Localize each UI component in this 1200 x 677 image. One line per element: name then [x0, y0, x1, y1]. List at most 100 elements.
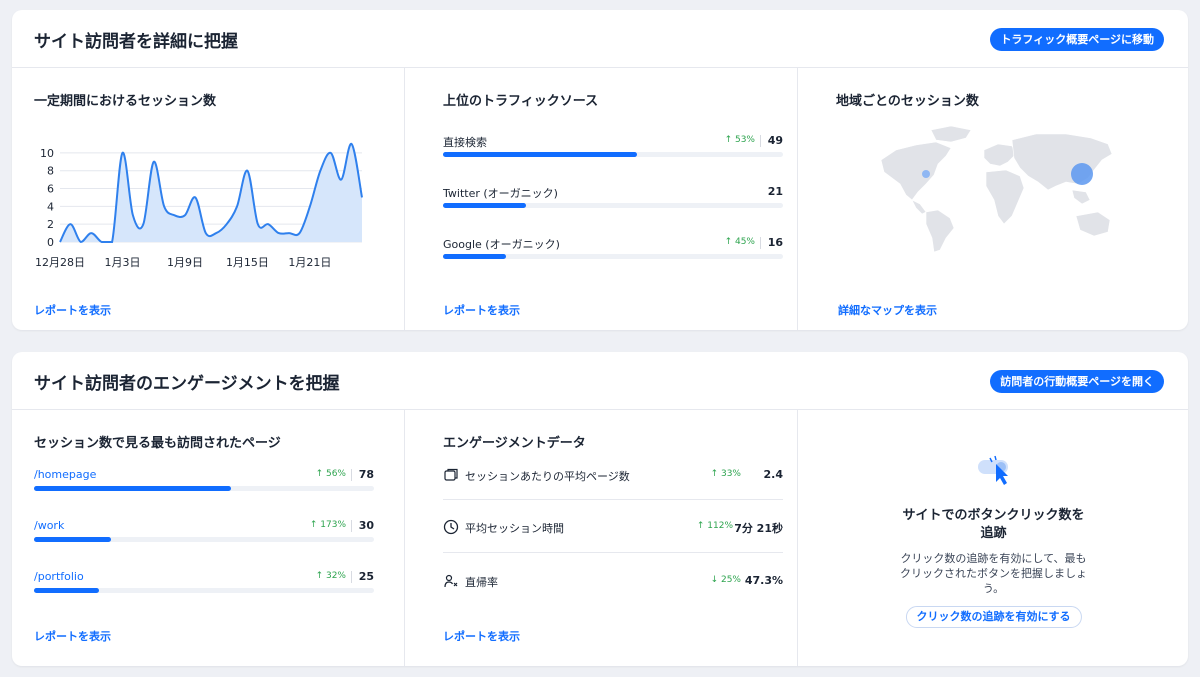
- data-point[interactable]: [348, 140, 356, 148]
- bar-row[interactable]: /portfolio ↑ 32% 25: [34, 570, 374, 606]
- arrow-up-icon: ↑: [724, 237, 735, 247]
- data-point[interactable]: [327, 149, 335, 157]
- data-point[interactable]: [316, 167, 324, 175]
- sessions-chart: 0 2 4 6 8 10 12月28日 1月3日 1月9日 1月15日 1月21日: [35, 140, 366, 269]
- visitors-detail-card: サイト訪問者を詳細に把握 トラフィック概要ページに移動 一定期間におけるセッショ…: [12, 10, 1188, 330]
- card-title: サイト訪問者のエンゲージメントを把握: [34, 374, 340, 394]
- data-point[interactable]: [358, 193, 366, 201]
- map-title: 地域ごとのセッション数: [836, 94, 979, 109]
- data-point[interactable]: [129, 211, 137, 219]
- region-bubble-usa[interactable]: [922, 170, 930, 178]
- separator: [351, 469, 352, 481]
- click-tracking-title-line2: 追跡: [980, 526, 1007, 541]
- progress-fill: [34, 537, 111, 542]
- data-point[interactable]: [108, 238, 116, 246]
- bar-row[interactable]: /work ↑ 173% 30: [34, 519, 374, 555]
- data-point[interactable]: [118, 149, 126, 157]
- engagement-report-link[interactable]: レポートを表示: [443, 628, 520, 644]
- sessions-area: [60, 143, 362, 242]
- card-header: サイト訪問者のエンゲージメントを把握 訪問者の行動概要ページを開く: [12, 352, 1188, 410]
- click-cursor-icon: [978, 455, 1008, 485]
- south-america-shape: [925, 209, 955, 253]
- bar-row[interactable]: Twitter (オーガニック) 21: [443, 185, 783, 221]
- enable-click-tracking-button[interactable]: クリック数の追跡を有効にする: [905, 606, 1082, 628]
- progress-track: [443, 152, 783, 157]
- data-point[interactable]: [150, 158, 158, 166]
- separator: [760, 237, 761, 249]
- region-bubble-asia[interactable]: [1071, 163, 1093, 185]
- data-point[interactable]: [233, 202, 241, 210]
- africa-shape: [985, 169, 1025, 225]
- sessions-by-region-panel: 地域ごとのセッション数 詳細なマップを表示: [797, 68, 1189, 330]
- row-label[interactable]: /work: [34, 519, 64, 532]
- progress-track: [34, 486, 374, 491]
- delta-badge: ↑ 32%: [316, 571, 346, 581]
- delta-badge: ↑ 173%: [310, 520, 346, 530]
- click-tracking-desc-line2: クリックされたボタンを把握しましょ: [900, 567, 1087, 580]
- sessions-report-link[interactable]: レポートを表示: [34, 302, 111, 318]
- progress-track: [34, 588, 374, 593]
- north-america-shape: [880, 141, 952, 201]
- data-point[interactable]: [56, 238, 64, 246]
- data-point[interactable]: [66, 220, 74, 228]
- click-tracking-desc-line3: う。: [982, 582, 1005, 595]
- data-point[interactable]: [202, 229, 210, 237]
- data-point[interactable]: [337, 176, 345, 184]
- data-point[interactable]: [275, 229, 283, 237]
- data-point[interactable]: [285, 229, 293, 237]
- arrow-down-icon: ↓: [710, 575, 721, 585]
- progress-track: [443, 254, 783, 259]
- data-point[interactable]: [77, 238, 85, 246]
- pages-report-link[interactable]: レポートを表示: [34, 628, 111, 644]
- data-point[interactable]: [296, 229, 304, 237]
- row-divider: [443, 552, 783, 553]
- engagement-row: 平均セッション時間 ↑ 112% 7分 21秒: [443, 519, 783, 548]
- engagement-label: 平均セッション時間: [465, 522, 564, 535]
- data-point[interactable]: [306, 202, 314, 210]
- data-point[interactable]: [160, 202, 168, 210]
- delta-badge: ↑ 33%: [711, 469, 741, 479]
- behavior-overview-button[interactable]: 訪問者の行動概要ページを開く: [990, 370, 1164, 393]
- engagement-label: 直帰率: [465, 576, 498, 589]
- data-point[interactable]: [171, 211, 179, 219]
- arrow-up-icon: ↑: [724, 135, 735, 145]
- data-point[interactable]: [98, 238, 106, 246]
- data-point[interactable]: [139, 220, 147, 228]
- row-label[interactable]: /homepage: [34, 468, 96, 481]
- row-label[interactable]: /portfolio: [34, 570, 84, 583]
- y-tick-label: 2: [47, 218, 54, 231]
- delta-value: 56%: [325, 469, 346, 479]
- arrow-up-icon: ↑: [710, 469, 721, 479]
- card-header: サイト訪問者を詳細に把握 トラフィック概要ページに移動: [12, 10, 1188, 68]
- detailed-map-link[interactable]: 詳細なマップを表示: [838, 302, 937, 318]
- world-map[interactable]: [876, 120, 1126, 255]
- delta-value: 53%: [734, 135, 755, 145]
- engagement-row: セッションあたりの平均ページ数 ↑ 33% 2.4: [443, 468, 783, 496]
- engagement-row: 直帰率 ↓ 25% 47.3%: [443, 574, 783, 602]
- card-title: サイト訪問者を詳細に把握: [34, 32, 238, 52]
- separator: [351, 520, 352, 532]
- australia-shape: [1075, 211, 1111, 237]
- data-point[interactable]: [181, 211, 189, 219]
- progress-fill: [34, 588, 99, 593]
- bar-row[interactable]: 直接検索 ↑ 53% 49: [443, 134, 783, 170]
- data-point[interactable]: [191, 193, 199, 201]
- data-point[interactable]: [212, 229, 220, 237]
- row-value: 78: [358, 468, 374, 481]
- traffic-overview-button[interactable]: トラフィック概要ページに移動: [990, 28, 1164, 51]
- data-point[interactable]: [223, 220, 231, 228]
- row-value: 16: [767, 236, 783, 249]
- data-point[interactable]: [87, 229, 95, 237]
- data-point[interactable]: [254, 220, 262, 228]
- delta-badge: ↑ 45%: [725, 237, 755, 247]
- data-point[interactable]: [264, 220, 272, 228]
- separator: [351, 571, 352, 583]
- traffic-report-link[interactable]: レポートを表示: [443, 302, 520, 318]
- data-point[interactable]: [243, 167, 251, 175]
- bar-row[interactable]: /homepage ↑ 56% 78: [34, 468, 374, 504]
- bar-row[interactable]: Google (オーガニック) ↑ 45% 16: [443, 236, 783, 272]
- delta-value: 32%: [325, 571, 346, 581]
- top-pages-title: セッション数で見る最も訪問されたページ: [34, 436, 281, 451]
- x-tick-label: 1月3日: [104, 256, 140, 269]
- sessions-title: 一定期間におけるセッション数: [34, 94, 217, 109]
